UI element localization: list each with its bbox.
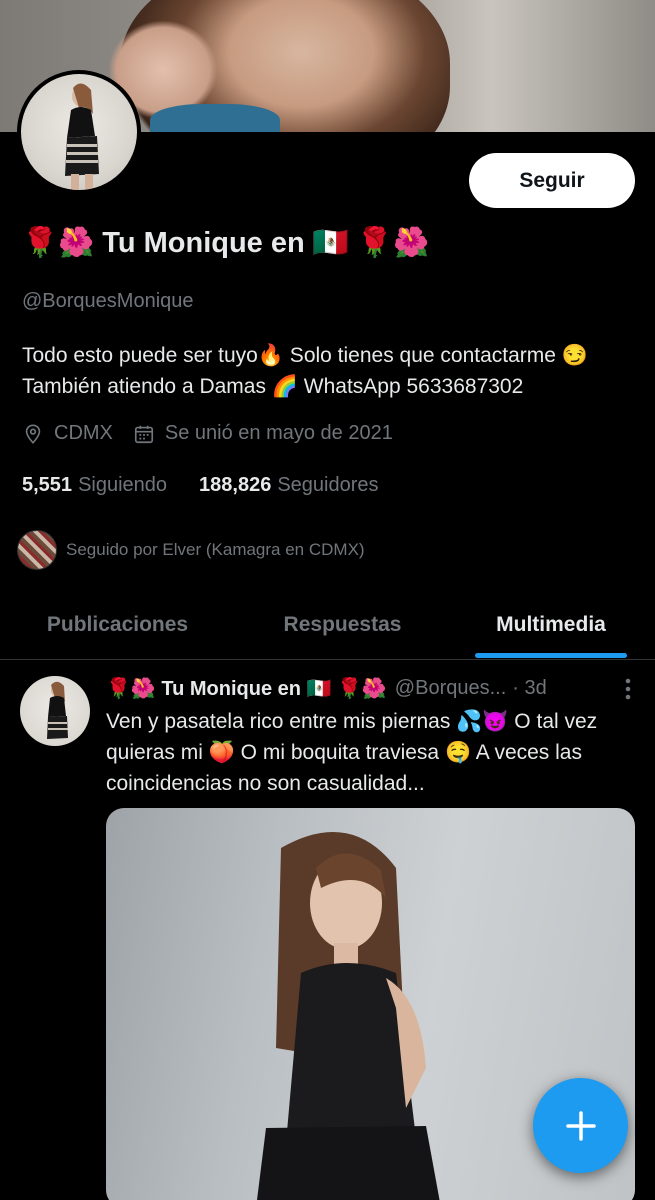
follow-button[interactable]: Seguir: [469, 153, 635, 208]
follower-avatar: [17, 530, 57, 570]
calendar-icon: [134, 425, 153, 443]
profile-handle: @BorquesMonique: [22, 290, 194, 312]
post-time[interactable]: · 3d: [512, 677, 546, 700]
profile-meta: CDMX Se unió en mayo de 2021: [22, 422, 393, 445]
profile-joined: Se unió en mayo de 2021: [164, 422, 393, 444]
following-count: 5,551: [22, 474, 73, 496]
post-author-avatar[interactable]: [20, 676, 90, 746]
followers-label: Seguidores: [277, 474, 379, 496]
tab-label: Multimedia: [496, 613, 606, 636]
profile-location: CDMX: [54, 422, 113, 444]
followers-link[interactable]: 188,826 Seguidores: [199, 474, 378, 497]
more-vertical-icon[interactable]: [625, 678, 631, 700]
following-link[interactable]: 5,551 Siguiendo: [22, 474, 167, 497]
compose-button[interactable]: [533, 1078, 628, 1173]
profile-display-name: 🌹🌺 Tu Monique en 🇲🇽 🌹🌺: [22, 227, 430, 259]
tab-multimedia[interactable]: Multimedia: [475, 590, 627, 660]
profile-stats: 5,551 Siguiendo 188,826 Seguidores: [22, 474, 379, 497]
followed-by[interactable]: Seguido por Elver (Kamagra en CDMX): [17, 530, 365, 570]
active-tab-indicator: [475, 653, 627, 658]
profile-tabs: Publicaciones Respuestas Multimedia: [0, 590, 655, 660]
location-pin-icon: [25, 423, 41, 444]
tab-label: Respuestas: [283, 613, 402, 636]
tab-publicaciones[interactable]: Publicaciones: [20, 590, 215, 660]
tab-respuestas[interactable]: Respuestas: [245, 590, 440, 660]
post-text: Ven y pasatela rico entre mis piernas 💦😈…: [106, 710, 598, 795]
post-author-name[interactable]: 🌹🌺 Tu Monique en 🇲🇽 🌹🌺: [106, 676, 387, 701]
profile-avatar[interactable]: [17, 70, 141, 194]
post-header: 🌹🌺 Tu Monique en 🇲🇽 🌹🌺 @Borques... · 3d: [106, 676, 641, 701]
followed-by-text: Seguido por Elver (Kamagra en CDMX): [66, 540, 365, 559]
following-label: Siguiendo: [78, 474, 168, 496]
profile-bio: Todo esto puede ser tuyo🔥 Solo tienes qu…: [22, 344, 588, 398]
followers-count: 188,826: [199, 474, 272, 496]
plus-icon: [565, 1110, 596, 1141]
tab-label: Publicaciones: [46, 613, 189, 636]
post-author-handle[interactable]: @Borques...: [395, 677, 506, 700]
